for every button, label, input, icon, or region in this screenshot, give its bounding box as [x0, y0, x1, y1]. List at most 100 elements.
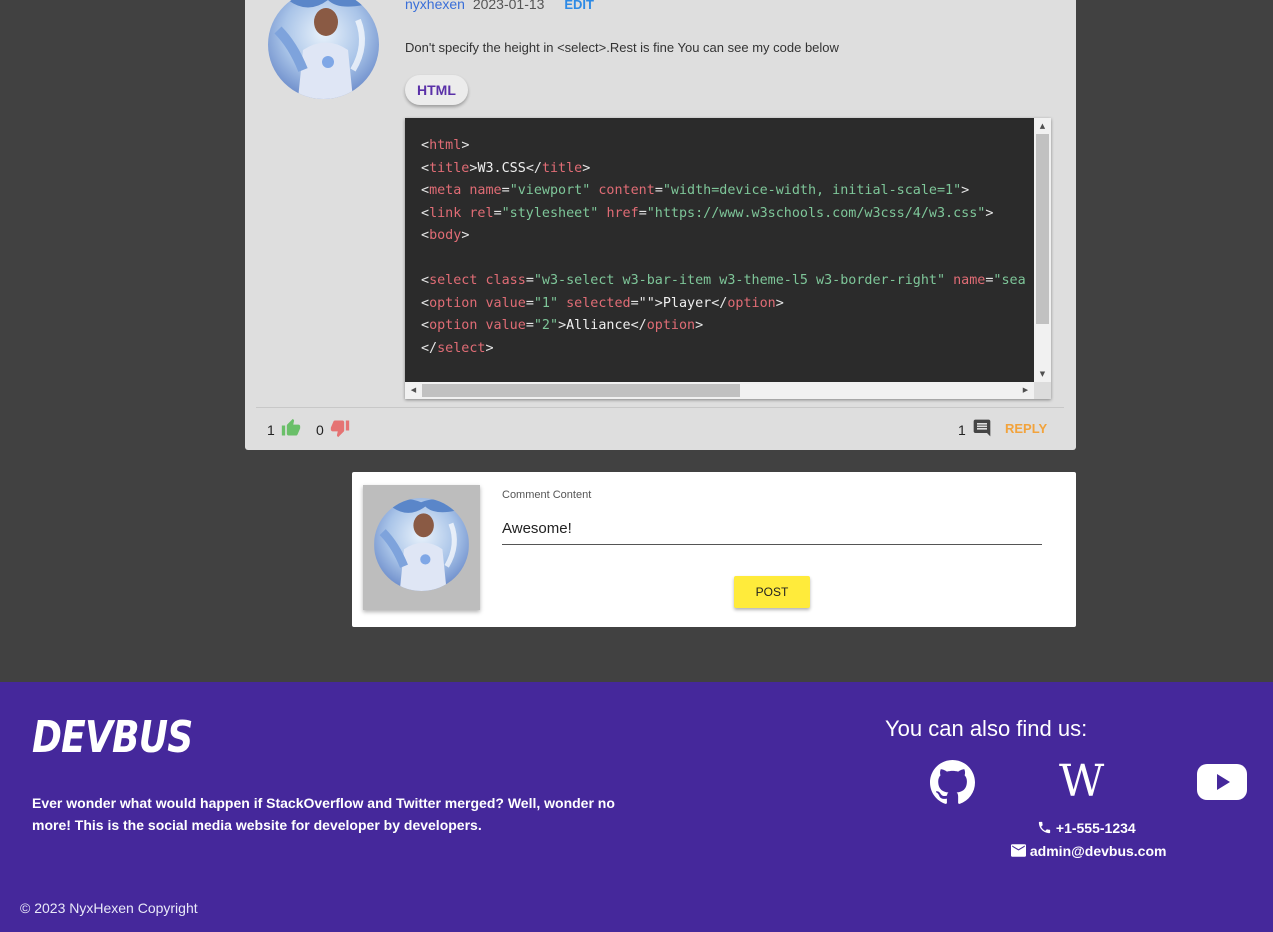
vertical-scroll-thumb[interactable] — [1036, 134, 1049, 324]
code-token: = — [654, 183, 663, 198]
comment-icon — [972, 418, 992, 441]
code-block[interactable]: <html> <title>W3.CSS</title> <meta name="v… — [405, 118, 1051, 399]
code-line: <select class="w3-select w3-bar-item w3-… — [421, 270, 1026, 293]
author-link[interactable]: nyxhexen — [405, 0, 465, 12]
code-token: < — [421, 160, 430, 176]
code-token: title — [541, 160, 583, 176]
phone-number: +1-555-1234 — [1055, 820, 1136, 836]
wikipedia-icon[interactable]: W — [1059, 760, 1104, 804]
code-token: = — [638, 205, 647, 221]
code-token: < — [421, 138, 430, 153]
code-token: link — [429, 205, 462, 221]
code-token: < — [421, 228, 430, 243]
comment-input[interactable] — [502, 512, 1042, 545]
code-token: < — [421, 273, 430, 288]
language-tag[interactable]: HTML — [405, 75, 468, 105]
code-token: = — [493, 205, 502, 221]
code-token: "1" — [533, 295, 559, 311]
code-token: Player — [662, 295, 712, 311]
code-token: > — [961, 183, 970, 198]
code-token: < — [421, 205, 430, 221]
code-token: > — [558, 318, 567, 333]
code-token: < — [421, 295, 430, 311]
thumbs-up-icon — [281, 418, 301, 441]
code-token: > — [582, 160, 591, 176]
post-comment-button[interactable]: POST — [734, 576, 810, 608]
code-token: option — [727, 295, 776, 311]
scroll-up-icon[interactable]: ▲ — [1034, 118, 1051, 134]
post-meta: nyxhexen 2023-01-13 EDIT — [405, 0, 594, 12]
code-token: =""> — [630, 295, 663, 311]
contact-email[interactable]: admin@devbus.com — [1011, 843, 1166, 860]
like-button[interactable]: 1 — [267, 418, 301, 441]
comment-label: Comment Content — [502, 489, 592, 501]
code-token: content — [598, 183, 655, 198]
code-token: > — [485, 340, 494, 356]
thumbs-down-icon — [330, 418, 350, 441]
code-token: name — [469, 183, 502, 198]
code-token: option — [429, 318, 478, 333]
code-token: < — [421, 183, 430, 198]
code-token: W3.CSS — [477, 160, 526, 176]
code-token: select — [429, 273, 478, 288]
code-line: <option value="2">Alliance</option> — [421, 315, 1026, 338]
horizontal-scrollbar[interactable]: ◀ ▶ — [405, 382, 1034, 399]
code-token: > — [775, 295, 784, 311]
reply-button[interactable]: REPLY — [1005, 421, 1047, 436]
code-line — [421, 248, 1026, 271]
code-token: option — [646, 318, 696, 333]
code-token: = — [525, 295, 534, 311]
code-token: "width=device-width, initial-scale=1" — [662, 183, 962, 198]
code-token: > — [461, 228, 470, 243]
find-us-heading: You can also find us: — [885, 716, 1088, 741]
code-token: value — [485, 318, 526, 333]
code-token: select — [437, 340, 486, 356]
post-body: Don't specify the height in <select>.Res… — [405, 40, 839, 55]
code-line: <title>W3.CSS</title> — [421, 158, 1026, 181]
vertical-scrollbar[interactable]: ▲ ▼ — [1034, 118, 1051, 382]
code-token: < — [421, 318, 430, 333]
post-date: 2023-01-13 — [472, 0, 545, 12]
code-token: html — [429, 138, 462, 153]
code-token: = — [525, 318, 534, 333]
code-token: > — [461, 138, 470, 153]
code-token: title — [429, 160, 470, 176]
code-token: value — [485, 295, 526, 311]
code-line: <meta name="viewport" content="width=dev… — [421, 180, 1026, 203]
scrollbar-corner — [1034, 382, 1051, 399]
code-token: option — [429, 295, 478, 311]
code-token: "w3-select w3-bar-item w3-theme-l5 w3-bo… — [533, 273, 946, 288]
code-token: </ — [630, 318, 647, 333]
code-token: meta — [429, 183, 462, 198]
dislike-button[interactable]: 0 — [316, 418, 350, 441]
commenter-avatar — [374, 498, 469, 591]
github-icon[interactable] — [930, 760, 975, 809]
contact-phone[interactable]: +1-555-1234 — [1037, 820, 1136, 838]
dislike-count: 0 — [316, 421, 324, 438]
code-token: = — [525, 273, 534, 288]
youtube-icon[interactable] — [1197, 764, 1247, 804]
code-token: "stylesheet" — [501, 205, 599, 221]
code-token: > — [695, 318, 704, 333]
email-address: admin@devbus.com — [1029, 843, 1167, 859]
edit-button[interactable]: EDIT — [564, 0, 594, 12]
scroll-right-icon[interactable]: ▶ — [1017, 382, 1034, 399]
comments-toggle[interactable]: 1 — [958, 418, 992, 441]
footer-brand-logo[interactable]: DEVBUS — [32, 712, 193, 763]
code-token: "viewport" — [509, 183, 591, 198]
code-token: "https://www.w3schools.com/w3css/4/w3.cs… — [646, 205, 986, 221]
scroll-down-icon[interactable]: ▼ — [1034, 366, 1051, 382]
comment-count: 1 — [958, 421, 966, 438]
code-line: <option value="1" selected="">Player</op… — [421, 293, 1026, 316]
code-token: name — [953, 273, 986, 288]
code-token: = — [501, 183, 510, 198]
horizontal-scroll-thumb[interactable] — [422, 384, 740, 397]
code-token: "sea — [993, 273, 1026, 288]
scroll-left-icon[interactable]: ◀ — [405, 382, 422, 399]
code-token: </ — [525, 160, 542, 176]
copyright: © 2023 NyxHexen Copyright — [20, 900, 198, 916]
phone-icon — [1037, 820, 1052, 838]
